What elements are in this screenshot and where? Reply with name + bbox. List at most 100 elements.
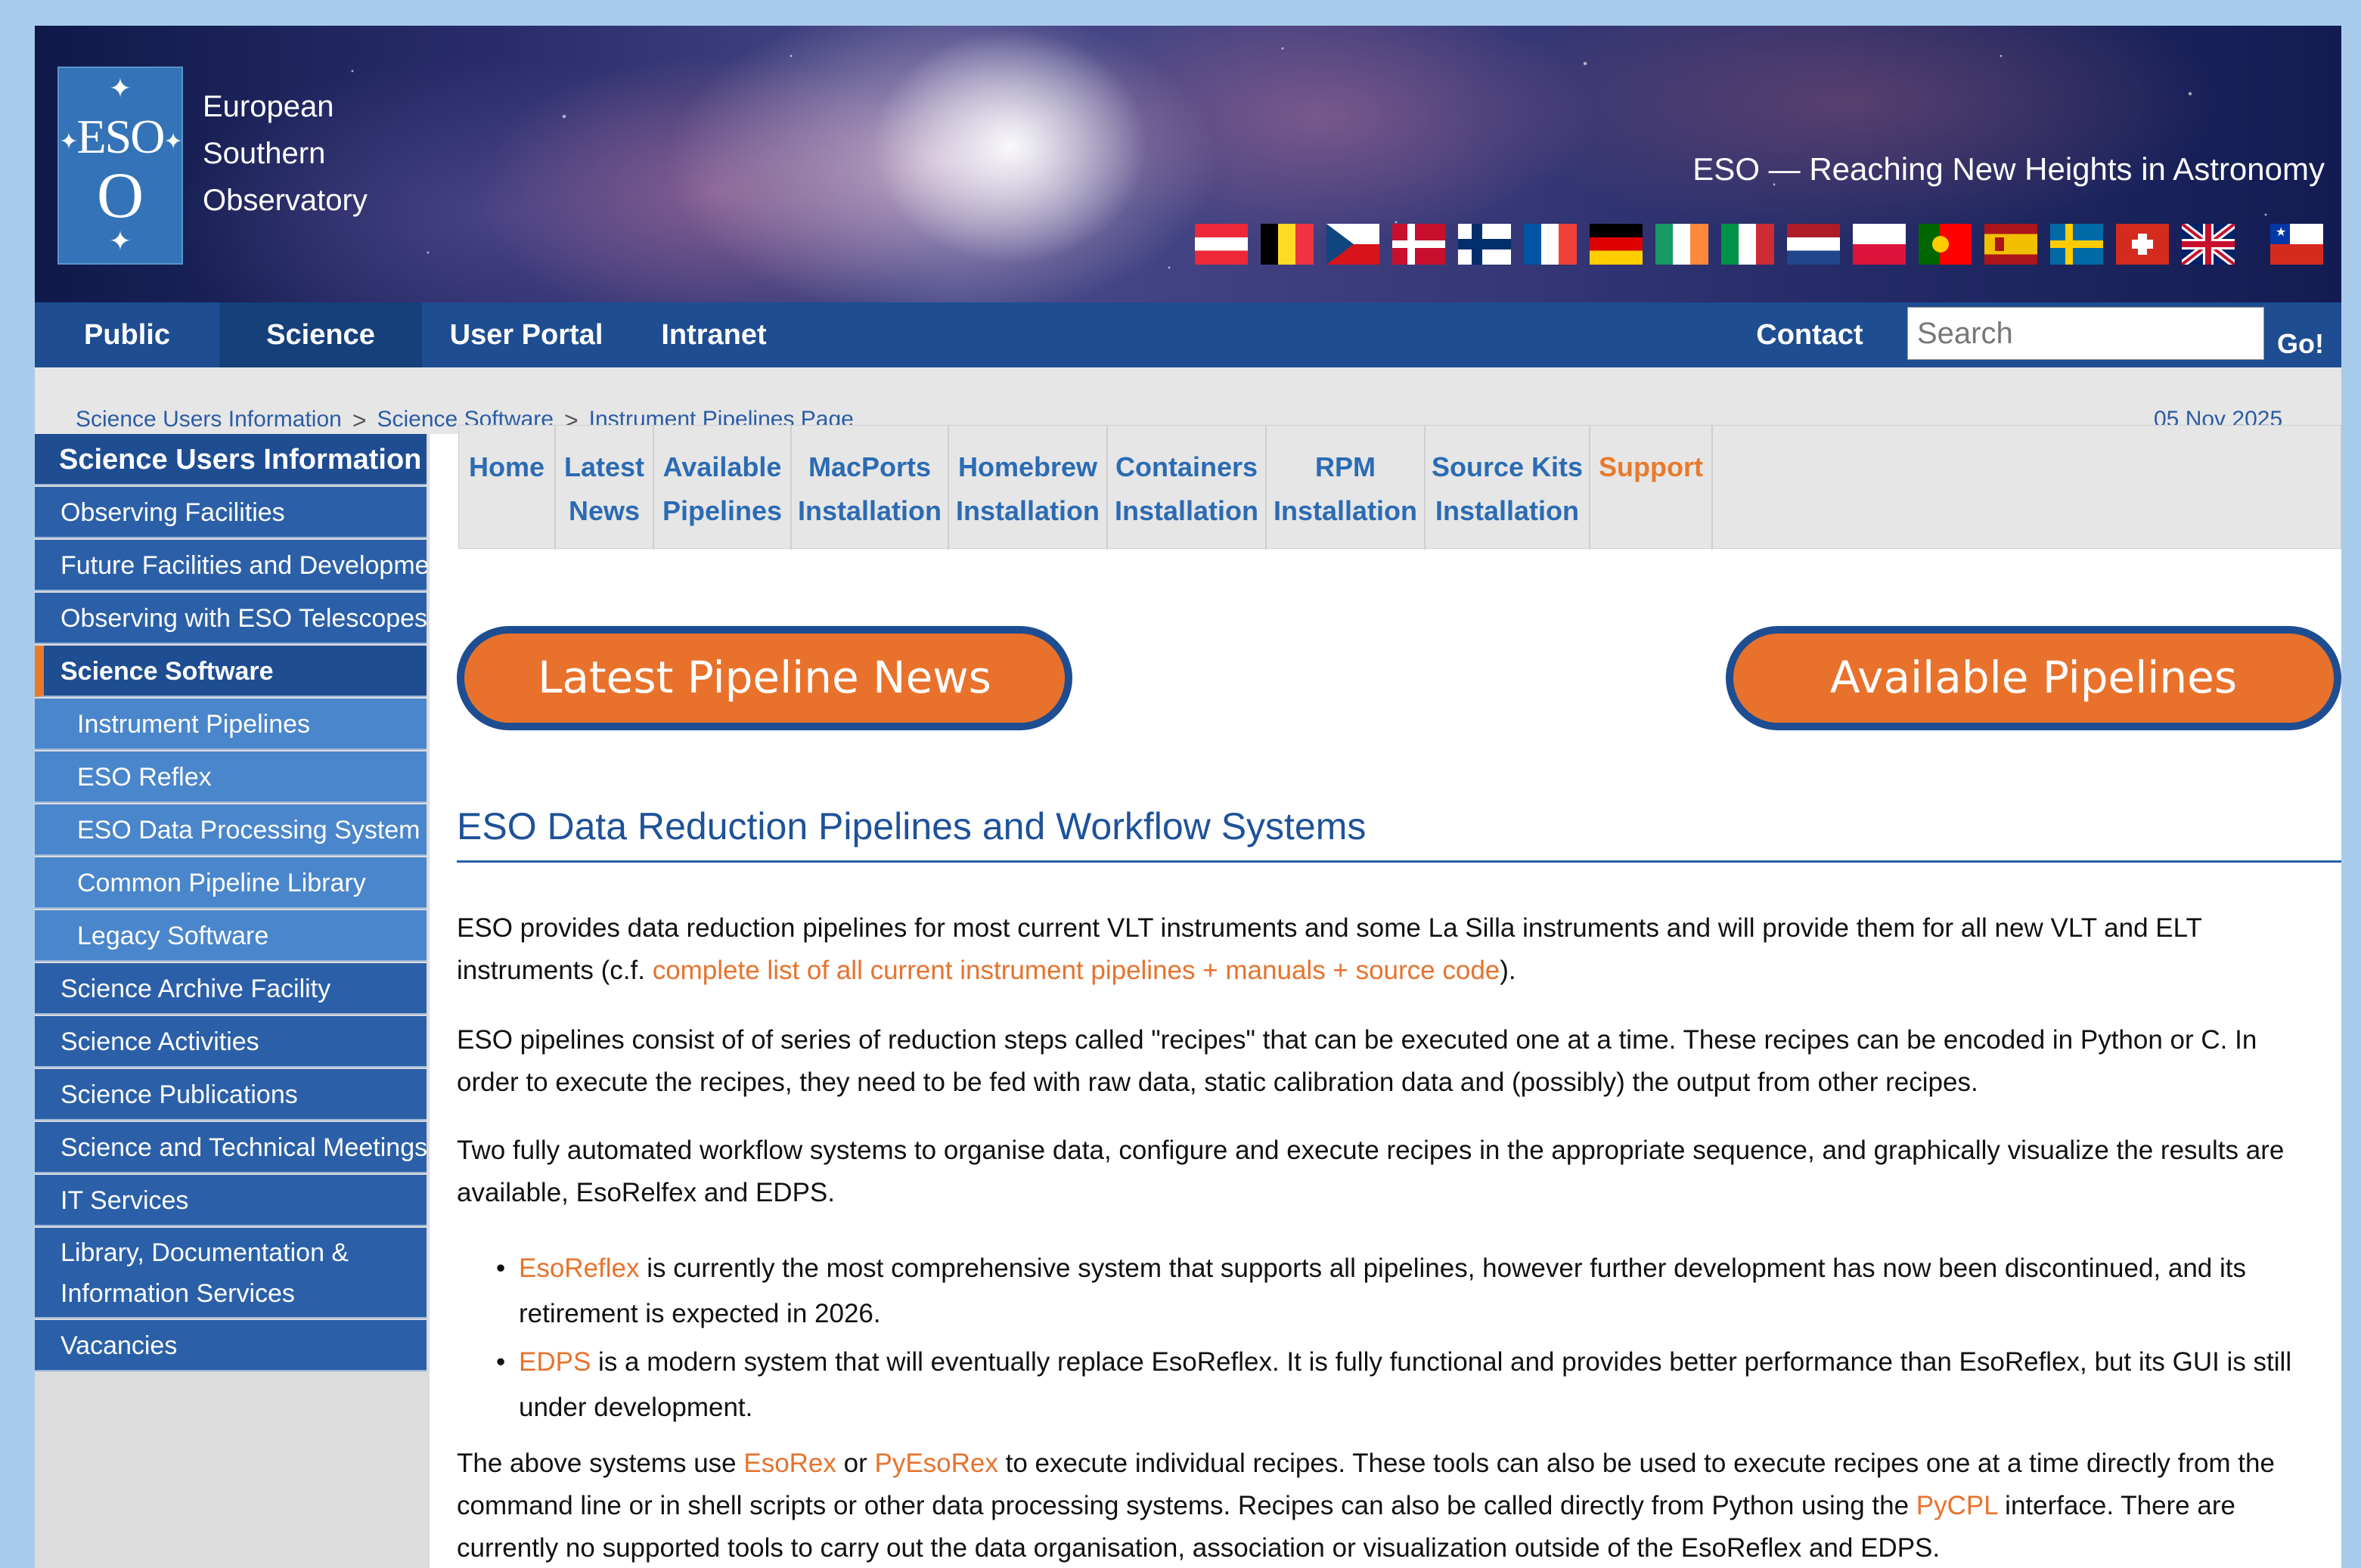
nav-public[interactable]: Public <box>35 302 219 367</box>
flag-italy-icon[interactable] <box>1721 224 1774 265</box>
page-title: ESO Data Reduction Pipelines and Workflo… <box>457 805 1367 848</box>
org-name-line: Southern <box>203 137 326 170</box>
flag-denmark-icon[interactable] <box>1392 224 1445 265</box>
tab-macports[interactable]: MacPorts Installation <box>792 426 949 550</box>
sidebar-item-future-facilities[interactable]: Future Facilities and Development <box>35 540 451 591</box>
tab-label: Containers <box>1115 451 1258 482</box>
tab-label: MacPorts <box>808 451 932 482</box>
tab-label: Installation <box>955 495 1100 526</box>
org-name: European Southern Observatory <box>203 83 368 224</box>
esoreflex-link[interactable]: EsoReflex <box>519 1253 640 1283</box>
breadcrumb-bar: Science Users Information > Science Soft… <box>35 367 2341 434</box>
flag-switzerland-icon[interactable] <box>2116 224 2169 265</box>
header-banner: ✦ ✦ESO✦ O ✦ European Southern Observator… <box>35 26 2341 302</box>
flag-belgium-icon[interactable] <box>1261 224 1314 265</box>
sidebar-item-instrument-pipelines[interactable]: Instrument Pipelines <box>35 699 427 750</box>
flag-sweden-icon[interactable] <box>2050 224 2103 265</box>
sidebar-item-vacancies[interactable]: Vacancies <box>35 1320 427 1371</box>
tab-available-pipelines[interactable]: Available Pipelines <box>654 426 792 550</box>
sidebar-item-meetings[interactable]: Science and Technical Meetings <box>35 1122 427 1173</box>
nav-user-portal[interactable]: User Portal <box>422 302 631 367</box>
nav-intranet[interactable]: Intranet <box>631 302 797 367</box>
sidebar-item-observing-facilities[interactable]: Observing Facilities <box>35 487 427 538</box>
search-input[interactable] <box>1907 307 2264 360</box>
sidebar-item-science-archive[interactable]: Science Archive Facility <box>35 963 427 1015</box>
pycpl-link[interactable]: PyCPL <box>1916 1491 1998 1520</box>
sidebar-item-legacy-software[interactable]: Legacy Software <box>35 910 427 962</box>
sidebar-item-it-services[interactable]: IT Services <box>35 1175 427 1226</box>
tab-label: Installation <box>797 495 942 526</box>
tab-support[interactable]: Support <box>1590 426 1713 550</box>
eso-logo[interactable]: ✦ ✦ESO✦ O ✦ <box>57 67 183 265</box>
pyesorex-link[interactable]: PyEsoRex <box>874 1449 997 1478</box>
flag-united-kingdom-icon[interactable] <box>2182 224 2235 265</box>
tools-paragraph: The above systems use EsoRex or PyEsoRex… <box>457 1442 2302 1568</box>
flag-austria-icon[interactable] <box>1195 224 1248 265</box>
breadcrumb-link[interactable]: Science Users Information <box>76 407 342 435</box>
page: ✦ ✦ESO✦ O ✦ European Southern Observator… <box>35 26 2341 1568</box>
flag-ireland-icon[interactable] <box>1655 224 1708 265</box>
tab-label: Source Kits <box>1431 451 1584 482</box>
edps-link[interactable]: EDPS <box>519 1347 591 1377</box>
workflow-paragraph: Two fully automated workflow systems to … <box>457 1136 2285 1207</box>
org-name-line: European <box>203 90 334 123</box>
sidebar-item-science-publications[interactable]: Science Publications <box>35 1069 427 1120</box>
latest-pipeline-news-button[interactable]: Latest Pipeline News <box>457 626 1072 730</box>
flag-chile-icon[interactable]: ★ <box>2270 224 2323 265</box>
flag-france-icon[interactable] <box>1524 224 1577 265</box>
sidebar-item-observing-eso-telescopes[interactable]: Observing with ESO Telescopes <box>35 593 427 644</box>
nav-contact[interactable]: Contact <box>1738 302 1882 367</box>
button-label: Latest Pipeline News <box>464 634 1065 723</box>
sidebar-item-common-pipeline-library[interactable]: Common Pipeline Library <box>35 857 427 909</box>
tab-label: Homebrew <box>957 451 1098 482</box>
pipeline-list-link[interactable]: complete list of all current instrument … <box>653 956 1500 985</box>
tab-homebrew[interactable]: Homebrew Installation <box>949 426 1108 550</box>
button-label: Available Pipelines <box>1733 634 2334 723</box>
sidebar-item-science-activities[interactable]: Science Activities <box>35 1016 427 1068</box>
flag-finland-icon[interactable] <box>1458 224 1511 265</box>
pipeline-subnav: Home Latest News Available Pipelines Mac… <box>458 425 2341 550</box>
tab-source-kits[interactable]: Source Kits Installation <box>1426 426 1590 550</box>
flag-netherlands-icon[interactable] <box>1787 224 1840 265</box>
list-item: EsoReflex is currently the most comprehe… <box>496 1246 2319 1337</box>
sidebar-item-library[interactable]: Library, Documentation & Information Ser… <box>35 1228 427 1319</box>
sidebar-item-science-software[interactable]: Science Software <box>35 646 427 697</box>
esorex-link[interactable]: EsoRex <box>743 1449 836 1478</box>
intro-paragraph: ESO provides data reduction pipelines fo… <box>457 907 2302 992</box>
tab-containers[interactable]: Containers Installation <box>1108 426 1267 550</box>
go-button[interactable]: Go! <box>2270 322 2331 366</box>
sidebar-item-eso-reflex[interactable]: ESO Reflex <box>35 751 427 803</box>
paragraph-text: The above systems use <box>457 1449 744 1478</box>
flag-czechia-icon[interactable] <box>1326 224 1379 265</box>
tab-label: Installation <box>1114 495 1259 526</box>
tab-label: News <box>568 495 641 526</box>
paragraph-text: ). <box>1500 956 1516 985</box>
tab-label: Installation <box>1435 495 1580 526</box>
sidebar-item-eso-data-processing[interactable]: ESO Data Processing System <box>35 804 427 856</box>
tab-home[interactable]: Home <box>459 426 556 550</box>
recipes-paragraph: ESO pipelines consist of of series of re… <box>457 1025 2257 1097</box>
flag-portugal-icon[interactable] <box>1919 224 1972 265</box>
tab-label: RPM <box>1315 451 1376 482</box>
tab-rpm[interactable]: RPM Installation <box>1267 426 1426 550</box>
tab-label: Pipelines <box>662 495 783 526</box>
tab-label: Installation <box>1273 495 1418 526</box>
tab-label: Available <box>662 451 782 482</box>
main-nav: Public Science User Portal Intranet Cont… <box>35 302 2341 367</box>
member-flags: ★ <box>1195 224 2323 268</box>
flag-poland-icon[interactable] <box>1853 224 1906 265</box>
flag-spain-icon[interactable] <box>1984 224 2037 265</box>
tab-label: Support <box>1599 451 1703 482</box>
list-item-text: is currently the most comprehensive syst… <box>519 1253 2246 1328</box>
available-pipelines-button[interactable]: Available Pipelines <box>1726 626 2341 730</box>
nav-science[interactable]: Science <box>219 302 422 367</box>
paragraph-text: or <box>836 1449 875 1478</box>
list-item: EDPS is a modern system that will eventu… <box>496 1340 2319 1430</box>
sidebar-title[interactable]: Science Users Information <box>35 434 427 485</box>
tab-latest-news[interactable]: Latest News <box>556 426 654 550</box>
tab-label: Home <box>468 451 545 482</box>
flag-germany-icon[interactable] <box>1590 224 1643 265</box>
tagline: ESO — Reaching New Heights in Astronomy <box>1692 151 2325 187</box>
sidebar: Science Users Information Observing Faci… <box>35 434 451 1568</box>
list-item-text: is a modern system that will eventually … <box>519 1347 2292 1422</box>
